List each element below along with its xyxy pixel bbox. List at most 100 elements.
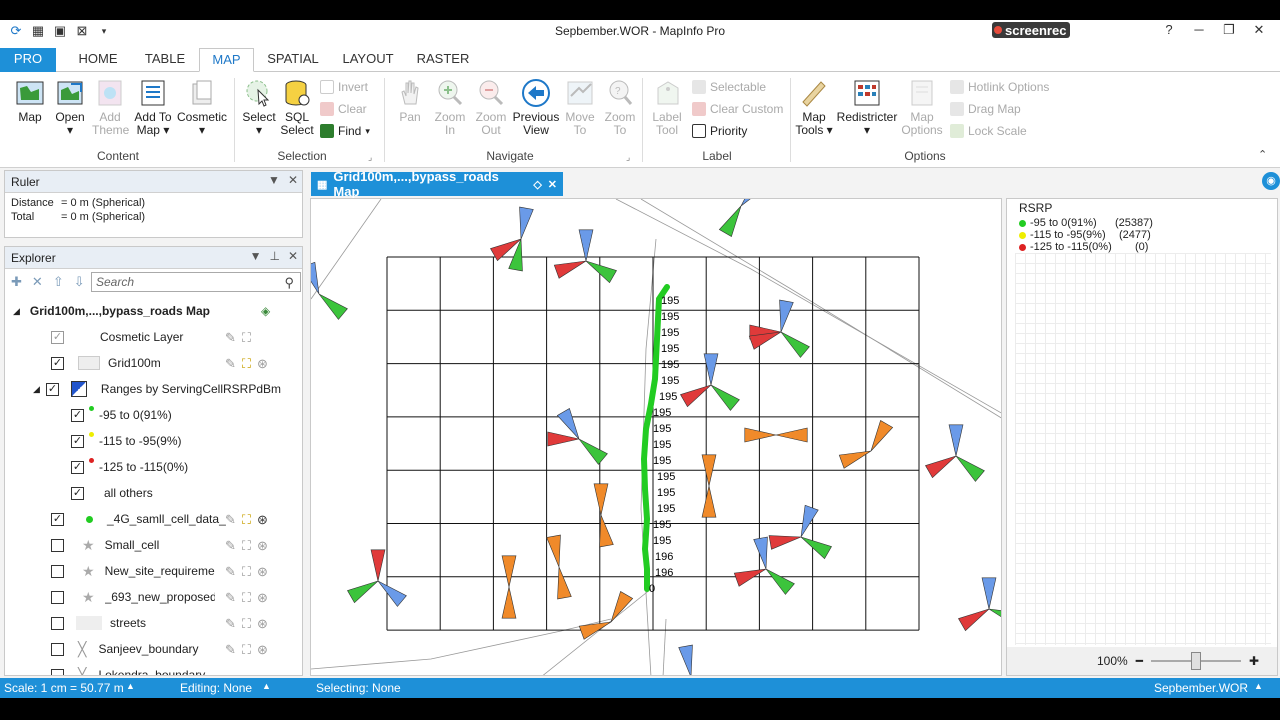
edit-icon[interactable]: ✎	[225, 642, 236, 658]
layer-checkbox[interactable]	[51, 590, 64, 604]
tab-home[interactable]: HOME	[70, 48, 126, 72]
search-input[interactable]: Search ⚲	[91, 272, 301, 292]
help-button[interactable]: ?	[1154, 22, 1184, 38]
add-layer-icon[interactable]: ✚	[11, 274, 22, 290]
layer-checkbox[interactable]: ✓	[51, 356, 64, 370]
layer-checkbox[interactable]	[51, 616, 64, 630]
selectable-icon[interactable]: ⛶	[242, 512, 251, 528]
layer-row-new-site[interactable]: ★ New_site_requirement ✎ ⛶ ⊛	[5, 559, 302, 583]
selectable-icon[interactable]: ⛶	[242, 590, 251, 606]
layer-checkbox[interactable]: ✓	[71, 434, 84, 448]
map-tools-button[interactable]: Map Tools ▾	[794, 78, 834, 137]
layer-row-streets[interactable]: streets ✎ ⛶ ⊛	[5, 611, 302, 635]
search-icon[interactable]: ⚲	[284, 275, 294, 291]
invert-button[interactable]: Invert	[320, 80, 368, 94]
layer-row-small-cell[interactable]: ★ Small_cell ✎ ⛶ ⊛	[5, 533, 302, 557]
edit-icon[interactable]: ✎	[225, 330, 236, 346]
add-to-map-button[interactable]: Add To Map ▾	[132, 78, 174, 137]
document-tab[interactable]: ▦ Grid100m,...,bypass_roads Map ◇ ✕	[311, 169, 563, 199]
edit-icon[interactable]: ✎	[225, 538, 236, 554]
add-theme-button[interactable]: Add Theme	[92, 78, 129, 137]
zoom-in-button[interactable]: Zoom In	[430, 78, 470, 137]
selection-launcher-icon[interactable]: ⌟	[368, 152, 372, 163]
layer-checkbox[interactable]: ✓	[45, 382, 59, 396]
layer-properties-icon[interactable]: ⊛	[257, 538, 268, 554]
cosmetic-button[interactable]: Cosmetic ▾	[176, 78, 228, 137]
map-options-button[interactable]: Map Options	[900, 78, 944, 137]
move-down-icon[interactable]: ⇩	[74, 274, 85, 290]
tab-pro[interactable]: PRO	[0, 48, 56, 72]
layer-properties-icon[interactable]: ⊛	[257, 642, 268, 658]
tab-map[interactable]: MAP	[199, 48, 254, 72]
edit-icon[interactable]: ✎	[225, 590, 236, 606]
selectable-icon[interactable]: ⛶	[242, 538, 251, 554]
selectable-icon[interactable]: ⛶	[242, 616, 251, 632]
minimize-button[interactable]: ─	[1184, 22, 1214, 38]
select-button[interactable]: Select ▾	[240, 78, 278, 137]
redistricter-button[interactable]: Redistricter ▾	[836, 78, 898, 137]
collapse-arrow-icon[interactable]: ◢	[33, 384, 40, 395]
move-up-icon[interactable]: ⇧	[53, 274, 64, 290]
priority-button[interactable]: Priority	[692, 124, 747, 138]
map-window[interactable]: 195 195 195 195 195 195 195 195 195 195 …	[310, 198, 1002, 676]
layer-checkbox[interactable]	[51, 538, 64, 552]
layer-properties-icon[interactable]: ⊛	[257, 590, 268, 606]
layer-properties-icon[interactable]: ⊛	[257, 616, 268, 632]
layer-row-lokendra-boundary[interactable]: ╳ Lokendra_boundary	[5, 663, 302, 675]
layer-row-sanjeev-boundary[interactable]: ╳ Sanjeev_boundary ✎ ⛶ ⊛	[5, 637, 302, 661]
layer-checkbox[interactable]: ✓	[71, 408, 84, 422]
layer-row-693-new-proposed[interactable]: ★ _693_new_proposed_ ✎ ⛶ ⊛	[5, 585, 302, 609]
label-tool-button[interactable]: Label Tool	[648, 78, 686, 137]
scale-status[interactable]: Scale: 1 cm = 50.77 m	[4, 681, 124, 695]
panel-close-icon[interactable]: ✕	[288, 173, 298, 187]
edit-icon[interactable]: ✎	[225, 356, 236, 372]
hotlink-options-button[interactable]: Hotlink Options	[950, 80, 1049, 94]
close-button[interactable]: ✕	[1244, 22, 1274, 38]
layer-checkbox[interactable]	[51, 642, 64, 656]
navigate-launcher-icon[interactable]: ⌟	[626, 152, 630, 163]
clear-button[interactable]: Clear	[320, 102, 367, 116]
selectable-icon[interactable]: ⛶	[242, 564, 251, 580]
selecting-status[interactable]: Selecting: None	[316, 681, 401, 695]
lock-scale-button[interactable]: Lock Scale	[950, 124, 1027, 138]
legend-row-red[interactable]: ✓ -125 to -115(0%)	[5, 455, 302, 479]
editing-status[interactable]: Editing: None	[180, 681, 252, 695]
pan-button[interactable]: Pan	[392, 78, 428, 124]
editing-dropdown-icon[interactable]: ▲	[262, 681, 271, 691]
zoom-slider[interactable]	[1150, 652, 1241, 670]
layer-checkbox[interactable]	[51, 564, 64, 578]
edit-icon[interactable]: ✎	[225, 616, 236, 632]
move-to-button[interactable]: Move To	[562, 78, 598, 137]
panel-menu-icon[interactable]: ▼	[250, 249, 262, 263]
tab-close-icon[interactable]: ✕	[548, 178, 557, 191]
layer-properties-icon[interactable]: ⊛	[257, 356, 268, 372]
remove-layer-icon[interactable]: ✕	[32, 274, 43, 290]
layer-row-ranges[interactable]: ◢ ✓ Ranges by ServingCellRSRPdBm	[5, 377, 302, 401]
collapse-arrow-icon[interactable]: ◢	[13, 306, 20, 317]
map-svg[interactable]: 195 195 195 195 195 195 195 195 195 195 …	[311, 199, 1002, 676]
selectable-button[interactable]: Selectable	[692, 80, 766, 94]
map-tree-node[interactable]: ◢ Grid100m,...,bypass_roads Map ◈	[5, 299, 302, 323]
layer-checkbox[interactable]: ✓	[51, 330, 64, 344]
layer-row-cosmetic[interactable]: ✓ Cosmetic Layer ✎ ⛶	[5, 325, 302, 349]
zoom-in-icon[interactable]: ✚	[1249, 654, 1259, 668]
layer-properties-icon[interactable]: ⊛	[257, 564, 268, 580]
zoom-to-button[interactable]: ? Zoom To	[600, 78, 640, 137]
legend-row-green[interactable]: ✓ -95 to 0(91%)	[5, 403, 302, 427]
layer-properties-icon[interactable]: ⊛	[257, 512, 268, 528]
selectable-icon[interactable]: ⛶	[242, 330, 251, 346]
restore-button[interactable]: ❐	[1214, 22, 1244, 38]
previous-view-button[interactable]: Previous View	[512, 78, 560, 137]
layer-row-4g-cell-data[interactable]: ✓ _4G_samll_cell_data_ ✎ ⛶ ⊛	[5, 507, 302, 531]
legend-row-yellow[interactable]: ✓ -115 to -95(9%)	[5, 429, 302, 453]
zoom-out-button[interactable]: Zoom Out	[472, 78, 510, 137]
panel-close-icon[interactable]: ✕	[288, 249, 298, 263]
collapse-ribbon-icon[interactable]: ⌃	[1258, 148, 1267, 161]
selectable-icon[interactable]: ⛶	[242, 356, 251, 372]
layer-checkbox[interactable]: ✓	[71, 460, 84, 474]
sql-select-button[interactable]: SQL Select	[280, 78, 314, 137]
clear-custom-button[interactable]: Clear Custom	[692, 102, 783, 116]
zoom-slider-thumb[interactable]	[1190, 652, 1201, 670]
open-button[interactable]: Open ▾	[52, 78, 88, 137]
pin-diamond-icon[interactable]: ◇	[533, 178, 541, 191]
